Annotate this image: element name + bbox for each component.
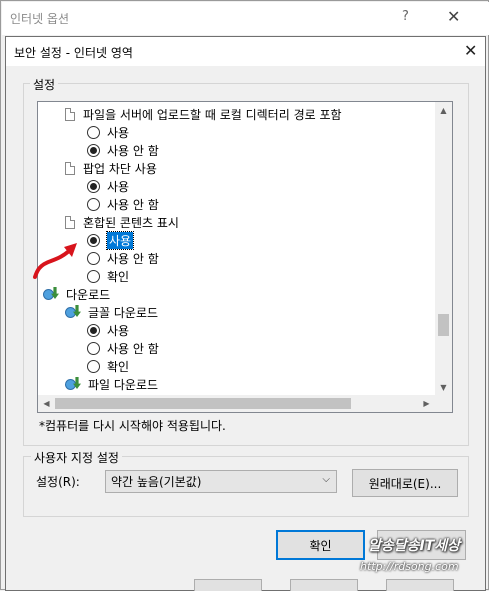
horizontal-scroll-thumb[interactable] <box>55 398 351 409</box>
list-item-label: 사용 <box>107 125 130 140</box>
list-item-label: 확인 <box>107 269 130 284</box>
red-arrow-icon <box>33 243 77 279</box>
radio-option[interactable]: 사용 <box>87 230 135 250</box>
reset-level-value: 약간 높음(기본값) <box>111 475 202 489</box>
reset-button[interactable]: 원래대로(E)... <box>352 469 458 497</box>
radio-option[interactable]: 사용 안 함 <box>87 195 159 213</box>
background-button <box>386 579 454 591</box>
background-button <box>290 579 358 591</box>
list-item-label: 다운로드 <box>66 287 111 302</box>
document-icon <box>65 215 75 229</box>
background-button <box>194 579 262 591</box>
restart-note: *컴퓨터를 다시 시작해야 적용됩니다. <box>39 419 226 433</box>
list-item-label: 파일 다운로드 <box>88 377 159 392</box>
help-button[interactable]: ? <box>402 9 409 24</box>
download-icon <box>65 377 83 391</box>
download-icon <box>43 287 61 301</box>
list-item-label: 사용 <box>107 323 130 338</box>
background-button-strip <box>6 579 486 591</box>
radio-button[interactable] <box>87 143 100 157</box>
custom-settings-group-label: 사용자 지정 설정 <box>31 449 122 466</box>
settings-list[interactable]: 파일을 서버에 업로드할 때 로컬 디렉터리 경로 포함 사용 사용 안 함 팝업 차… <box>37 101 453 413</box>
radio-option[interactable]: 사용 안 함 <box>87 249 159 267</box>
document-icon <box>65 161 75 175</box>
radio-button[interactable] <box>87 323 100 337</box>
list-item-label: 팝업 차단 사용 <box>83 161 157 176</box>
scroll-down-icon[interactable]: ▼ <box>435 379 452 396</box>
radio-option[interactable]: 사용 안 함 <box>87 339 159 357</box>
background-window: 인터넷 옵션 ? ✕ 보안 설정 - 인터넷 영역 ✕ 설정 사용자 지정 설정… <box>0 0 489 591</box>
list-item-label: 사용 <box>107 179 130 194</box>
background-window-title: 인터넷 옵션 <box>10 12 70 26</box>
reset-to-label: 설정(R): <box>36 475 80 489</box>
radio-button[interactable] <box>87 197 100 211</box>
watermark-url: http://rdsong.com <box>360 560 459 573</box>
radio-button[interactable] <box>87 341 100 355</box>
download-icon <box>65 305 83 319</box>
scroll-right-icon[interactable]: ▶ <box>418 395 435 412</box>
list-item-label: 사용 <box>105 230 135 250</box>
radio-option[interactable]: 확인 <box>87 267 129 285</box>
dialog-title: 보안 설정 - 인터넷 영역 <box>14 46 133 60</box>
radio-option[interactable]: 사용 <box>87 321 129 339</box>
list-item-label: 혼합된 콘텐츠 표시 <box>83 215 179 230</box>
reset-level-select[interactable]: 약간 높음(기본값) ⌵ <box>105 470 337 493</box>
list-item[interactable]: 파일 다운로드 <box>65 375 158 393</box>
radio-button[interactable] <box>87 179 100 193</box>
watermark-text: 알송달송IT세상 <box>368 538 461 554</box>
ok-button[interactable]: 확인 <box>276 530 365 560</box>
chevron-down-icon: ⌵ <box>322 474 330 485</box>
radio-button[interactable] <box>87 359 100 373</box>
radio-option[interactable]: 사용 <box>87 123 129 141</box>
document-icon <box>65 107 75 121</box>
list-item[interactable]: 팝업 차단 사용 <box>65 159 157 177</box>
background-close-button[interactable]: ✕ <box>447 7 460 26</box>
list-item-label: 글꼴 다운로드 <box>88 305 159 320</box>
list-item[interactable]: 글꼴 다운로드 <box>65 303 158 321</box>
list-item-label: 확인 <box>107 359 130 374</box>
horizontal-scrollbar[interactable]: ◀ ▶ <box>38 395 452 412</box>
list-item-label: 사용 안 함 <box>107 341 159 356</box>
radio-option[interactable]: 사용 <box>87 177 129 195</box>
scroll-corner <box>435 395 452 412</box>
list-item[interactable]: 파일을 서버에 업로드할 때 로컬 디렉터리 경로 포함 <box>65 105 342 123</box>
vertical-scrollbar[interactable]: ▲ ▼ <box>435 102 452 396</box>
radio-option[interactable]: 사용 안 함 <box>87 141 159 159</box>
list-item-label: 사용 안 함 <box>107 197 159 212</box>
settings-group-label: 설정 <box>30 76 59 93</box>
list-item[interactable]: 다운로드 <box>43 285 110 303</box>
scroll-up-icon[interactable]: ▲ <box>435 102 452 119</box>
radio-button[interactable] <box>87 125 100 139</box>
list-item[interactable]: 혼합된 콘텐츠 표시 <box>65 213 179 231</box>
list-item-label: 사용 안 함 <box>107 143 159 158</box>
list-item-label: 사용 안 함 <box>107 251 159 266</box>
dialog-close-button[interactable]: ✕ <box>464 41 477 60</box>
scroll-left-icon[interactable]: ◀ <box>38 395 55 412</box>
list-item-label: 파일을 서버에 업로드할 때 로컬 디렉터리 경로 포함 <box>83 107 342 122</box>
vertical-scroll-thumb[interactable] <box>438 314 449 336</box>
radio-option[interactable]: 확인 <box>87 357 129 375</box>
background-titlebar <box>2 2 489 35</box>
